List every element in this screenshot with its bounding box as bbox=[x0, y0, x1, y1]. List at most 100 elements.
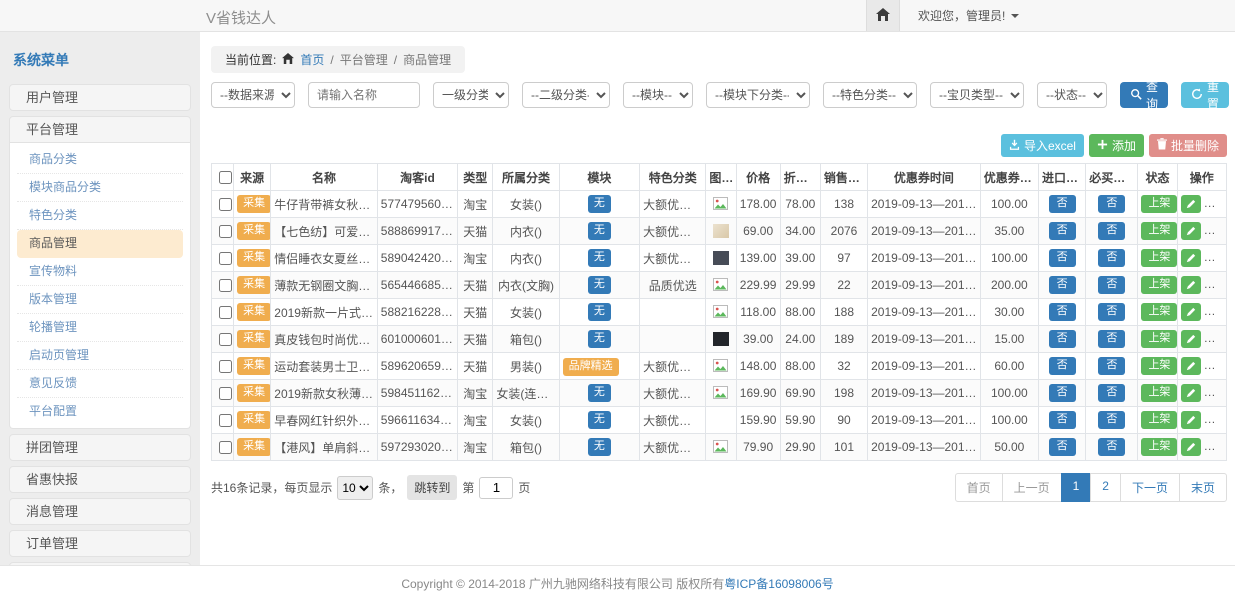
row-checkbox[interactable] bbox=[219, 198, 232, 211]
sidebar-item-product-category[interactable]: 商品分类 bbox=[17, 146, 183, 174]
filter-status-select[interactable]: --状态-- bbox=[1037, 82, 1107, 108]
jump-page-input[interactable] bbox=[479, 477, 513, 499]
status-badge[interactable]: 上架 bbox=[1141, 195, 1177, 212]
row-checkbox[interactable] bbox=[219, 252, 232, 265]
sidebar-item-version-management[interactable]: 版本管理 bbox=[17, 286, 183, 314]
import-excel-button[interactable]: 导入excel bbox=[1001, 134, 1084, 157]
must-buy-toggle[interactable]: 否 bbox=[1098, 222, 1125, 239]
first-page-button[interactable]: 首页 bbox=[955, 473, 1003, 502]
imported-toggle[interactable]: 否 bbox=[1049, 357, 1076, 374]
status-badge[interactable]: 上架 bbox=[1141, 384, 1177, 401]
edit-button[interactable] bbox=[1181, 330, 1201, 348]
batch-delete-button[interactable]: 批量删除 bbox=[1149, 134, 1227, 157]
status-badge[interactable]: 上架 bbox=[1141, 276, 1177, 293]
row-checkbox[interactable] bbox=[219, 279, 232, 292]
sidebar-group-orders[interactable]: 订单管理 bbox=[9, 530, 191, 557]
sidebar-group-express[interactable]: 省惠快报 bbox=[9, 466, 191, 493]
sidebar-item-product-management[interactable]: 商品管理 bbox=[17, 230, 183, 258]
cell-source: 采集 bbox=[234, 272, 271, 299]
sidebar-group-users[interactable]: 用户管理 bbox=[9, 84, 191, 111]
reset-button[interactable]: 重置 bbox=[1181, 82, 1229, 108]
status-badge[interactable]: 上架 bbox=[1141, 303, 1177, 320]
search-button[interactable]: 查询 bbox=[1120, 82, 1168, 108]
home-button[interactable] bbox=[866, 0, 900, 31]
imported-toggle[interactable]: 否 bbox=[1049, 330, 1076, 347]
edit-button[interactable] bbox=[1181, 222, 1201, 240]
row-checkbox[interactable] bbox=[219, 441, 232, 454]
imported-toggle[interactable]: 否 bbox=[1049, 303, 1076, 320]
edit-button[interactable] bbox=[1181, 438, 1201, 456]
next-page-button[interactable]: 下一页 bbox=[1120, 473, 1180, 502]
sidebar-group-platform[interactable]: 平台管理 bbox=[9, 116, 191, 143]
filter-module-select[interactable]: --模块-- bbox=[623, 82, 693, 108]
cell-coupon-time: 2019-09-13—2019-09-20 bbox=[868, 326, 981, 353]
imported-toggle[interactable]: 否 bbox=[1049, 438, 1076, 455]
status-badge[interactable]: 上架 bbox=[1141, 357, 1177, 374]
must-buy-toggle[interactable]: 否 bbox=[1098, 330, 1125, 347]
sidebar-item-feature-category[interactable]: 特色分类 bbox=[17, 202, 183, 230]
filter-feature-category-select[interactable]: --特色分类-- bbox=[823, 82, 917, 108]
jump-button[interactable]: 跳转到 bbox=[407, 475, 457, 500]
must-buy-toggle[interactable]: 否 bbox=[1098, 249, 1125, 266]
row-checkbox[interactable] bbox=[219, 306, 232, 319]
user-menu[interactable]: 欢迎您，管理员! bbox=[918, 7, 1019, 24]
filter-name-input[interactable] bbox=[308, 82, 420, 108]
edit-button[interactable] bbox=[1181, 249, 1201, 267]
sidebar-item-carousel-management[interactable]: 轮播管理 bbox=[17, 314, 183, 342]
sidebar-group-messages[interactable]: 消息管理 bbox=[9, 498, 191, 525]
filter-module-subcategory-select[interactable]: --模块下分类-- bbox=[706, 82, 810, 108]
row-checkbox[interactable] bbox=[219, 387, 232, 400]
must-buy-toggle[interactable]: 否 bbox=[1098, 195, 1125, 212]
filter-item-type-select[interactable]: --宝贝类型-- bbox=[930, 82, 1024, 108]
status-badge[interactable]: 上架 bbox=[1141, 411, 1177, 428]
sidebar-item-splash-management[interactable]: 启动页管理 bbox=[17, 342, 183, 370]
must-buy-toggle[interactable]: 否 bbox=[1098, 303, 1125, 320]
cell-must-buy: 否 bbox=[1086, 326, 1138, 353]
add-button[interactable]: 添加 bbox=[1089, 134, 1144, 157]
row-checkbox[interactable] bbox=[219, 333, 232, 346]
last-page-button[interactable]: 末页 bbox=[1179, 473, 1227, 502]
sidebar-item-platform-config[interactable]: 平台配置 bbox=[17, 398, 183, 425]
filter-data-source-select[interactable]: --数据来源-- bbox=[211, 82, 295, 108]
page-2-button[interactable]: 2 bbox=[1090, 473, 1121, 502]
row-checkbox[interactable] bbox=[219, 360, 232, 373]
status-badge[interactable]: 上架 bbox=[1141, 330, 1177, 347]
col-coupon-time: 优惠券时间 bbox=[868, 164, 981, 191]
edit-button[interactable] bbox=[1181, 276, 1201, 294]
breadcrumb-home-link[interactable]: 首页 bbox=[300, 51, 324, 68]
imported-toggle[interactable]: 否 bbox=[1049, 411, 1076, 428]
must-buy-toggle[interactable]: 否 bbox=[1098, 276, 1125, 293]
filter-level1-category-select[interactable]: 一级分类 bbox=[433, 82, 509, 108]
edit-button[interactable] bbox=[1181, 195, 1201, 213]
edit-button[interactable] bbox=[1181, 411, 1201, 429]
imported-toggle[interactable]: 否 bbox=[1049, 276, 1076, 293]
row-checkbox[interactable] bbox=[219, 414, 232, 427]
page-1-button[interactable]: 1 bbox=[1061, 473, 1092, 502]
module-badge: 无 bbox=[588, 249, 611, 266]
status-badge[interactable]: 上架 bbox=[1141, 222, 1177, 239]
must-buy-toggle[interactable]: 否 bbox=[1098, 357, 1125, 374]
select-all-checkbox[interactable] bbox=[219, 171, 232, 184]
imported-toggle[interactable]: 否 bbox=[1049, 384, 1076, 401]
row-checkbox[interactable] bbox=[219, 225, 232, 238]
imported-toggle[interactable]: 否 bbox=[1049, 249, 1076, 266]
edit-button[interactable] bbox=[1181, 303, 1201, 321]
cell-status: 上架 bbox=[1138, 434, 1177, 461]
sidebar-item-feedback[interactable]: 意见反馈 bbox=[17, 370, 183, 398]
per-page-select[interactable]: 10 bbox=[337, 476, 373, 500]
must-buy-toggle[interactable]: 否 bbox=[1098, 438, 1125, 455]
imported-toggle[interactable]: 否 bbox=[1049, 222, 1076, 239]
must-buy-toggle[interactable]: 否 bbox=[1098, 384, 1125, 401]
edit-button[interactable] bbox=[1181, 357, 1201, 375]
prev-page-button[interactable]: 上一页 bbox=[1002, 473, 1062, 502]
filter-level2-category-select[interactable]: --二级分类-- bbox=[522, 82, 610, 108]
sidebar-item-promo-material[interactable]: 宣传物料 bbox=[17, 258, 183, 286]
sidebar-group-groupbuy[interactable]: 拼团管理 bbox=[9, 434, 191, 461]
icp-link[interactable]: 粤ICP备16098006号 bbox=[724, 575, 833, 592]
status-badge[interactable]: 上架 bbox=[1141, 249, 1177, 266]
edit-button[interactable] bbox=[1181, 384, 1201, 402]
must-buy-toggle[interactable]: 否 bbox=[1098, 411, 1125, 428]
status-badge[interactable]: 上架 bbox=[1141, 438, 1177, 455]
imported-toggle[interactable]: 否 bbox=[1049, 195, 1076, 212]
sidebar-item-module-product-category[interactable]: 模块商品分类 bbox=[17, 174, 183, 202]
